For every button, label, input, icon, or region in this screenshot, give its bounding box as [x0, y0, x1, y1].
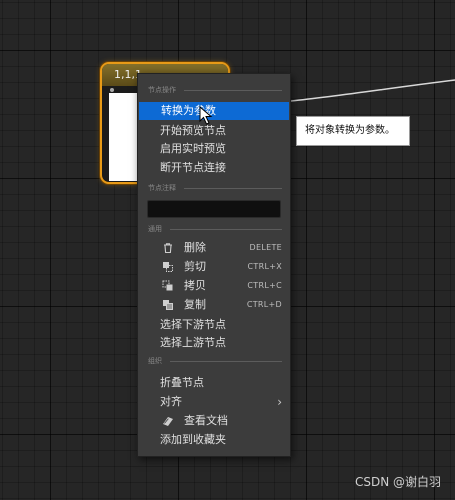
menu-item-align[interactable]: 对齐 ›: [138, 393, 290, 411]
menu-item-select-downstream[interactable]: 选择下游节点: [138, 316, 290, 334]
trash-icon: [162, 242, 174, 254]
menu-item-view-docs[interactable]: 查看文档: [138, 412, 290, 430]
menu-item-select-upstream[interactable]: 选择上游节点: [138, 334, 290, 352]
menu-item-collapse-nodes[interactable]: 折叠节点: [138, 374, 290, 392]
section-header-general: 通用: [148, 222, 282, 236]
context-menu: 节点操作 转换为参数 开始预览节点 启用实时预览 断开节点连接 节点注释 通用 …: [137, 73, 291, 457]
tooltip: 将对象转换为参数。: [296, 116, 410, 146]
menu-item-cut[interactable]: 剪切 CTRL+X: [138, 258, 290, 276]
menu-item-delete[interactable]: 删除 DELETE: [138, 239, 290, 257]
cut-icon: [162, 261, 174, 273]
section-header-node-actions: 节点操作: [148, 83, 282, 97]
chevron-right-icon: ›: [277, 395, 282, 409]
duplicate-icon: [162, 299, 174, 311]
node-pin[interactable]: [110, 88, 114, 92]
menu-item-break-links[interactable]: 断开节点连接: [138, 159, 290, 177]
watermark: CSDN @谢白羽: [354, 475, 441, 489]
menu-item-duplicate[interactable]: 复制 CTRL+D: [138, 296, 290, 314]
section-header-node-comment: 节点注释: [148, 181, 282, 195]
section-header-organize: 组织: [148, 354, 282, 368]
mouse-cursor-icon: [199, 106, 213, 125]
menu-item-add-to-favorites[interactable]: 添加到收藏夹: [138, 431, 290, 449]
node-preview: [109, 93, 140, 181]
node-comment-input[interactable]: [147, 200, 281, 218]
copy-icon: [162, 280, 174, 292]
menu-item-copy[interactable]: 拷贝 CTRL+C: [138, 277, 290, 295]
document-icon: [162, 415, 174, 427]
menu-item-enable-realtime-preview[interactable]: 启用实时预览: [138, 140, 290, 158]
